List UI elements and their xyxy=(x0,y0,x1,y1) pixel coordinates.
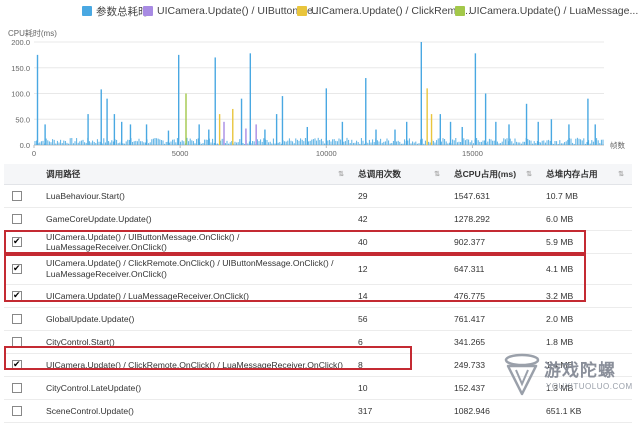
y-tick-label: 50.0 xyxy=(15,115,30,124)
legend-swatch xyxy=(297,6,307,16)
legend-swatch xyxy=(82,6,92,16)
highlight-box xyxy=(4,346,412,370)
cell-call-count: 42 xyxy=(352,207,448,231)
y-axis-label: CPU耗时(ms) xyxy=(8,28,57,38)
cell-heap-total: 10.7 MB xyxy=(540,184,632,208)
x-tick-label: 10000 xyxy=(316,149,337,158)
x-tick-label: 0 xyxy=(32,149,36,158)
table-header-row: 调用路径 ⇅ 总调用次数 ⇅ 总CPU占用(ms) ⇅ 总堆内存占用 ⇅ xyxy=(4,164,632,185)
header-label: 总调用次数 xyxy=(358,169,401,179)
legend-swatch xyxy=(143,6,153,16)
header-call-count[interactable]: 总调用次数 ⇅ xyxy=(352,164,448,185)
watermark-title: 游戏陀螺 xyxy=(544,361,616,380)
highlight-box xyxy=(4,230,586,254)
header-call-path[interactable]: 调用路径 ⇅ xyxy=(40,164,352,185)
row-checkbox-cell xyxy=(4,376,40,400)
cell-cpu-total: 1547.631 xyxy=(448,184,540,208)
row-checkbox-cell xyxy=(4,184,40,208)
cell-call-path: GlobalUpdate.Update() xyxy=(40,307,352,331)
legend-label: 参数总耗时 xyxy=(96,5,149,18)
x-tick-label: 5000 xyxy=(172,149,189,158)
cell-heap-total: 2.0 MB xyxy=(540,307,632,331)
legend-label: UICamera.Update() / LuaMessage... xyxy=(469,5,639,17)
header-label: 总堆内存占用 xyxy=(546,169,598,179)
legend-item-total[interactable]: 参数总耗时 xyxy=(82,4,149,18)
y-tick-label: 100.0 xyxy=(11,90,30,99)
row-checkbox[interactable] xyxy=(12,214,22,225)
row-checkbox-cell xyxy=(4,207,40,231)
row-checkbox[interactable] xyxy=(12,191,22,202)
row-checkbox[interactable] xyxy=(12,314,22,325)
row-checkbox[interactable] xyxy=(12,383,22,394)
y-tick-label: 0.0 xyxy=(20,141,30,150)
x-axis-label: 帧数 xyxy=(610,140,625,150)
legend-item-luamessage[interactable]: UICamera.Update() / LuaMessage... xyxy=(455,4,638,18)
watermark: 游戏陀螺 YOUXITUOLUO.COM xyxy=(502,350,634,410)
cpu-time-chart: CPU耗时(ms)200.0 150.0 100.0 50.0 0.00 5000 1000… xyxy=(8,28,625,158)
cell-call-count: 56 xyxy=(352,307,448,331)
watermark-url: YOUXITUOLUO.COM xyxy=(546,382,633,391)
header-label: 调用路径 xyxy=(46,169,81,179)
table-row[interactable]: LuaBehaviour.Start() 29 1547.631 10.7 MB xyxy=(4,184,632,208)
cell-call-path: GameCoreUpdate.Update() xyxy=(40,207,352,231)
sort-icon[interactable]: ⇅ xyxy=(338,170,344,178)
legend-item-uibuttonmessage[interactable]: UICamera.Update() / UIButtonMe... xyxy=(143,4,322,18)
sort-icon[interactable]: ⇅ xyxy=(526,170,532,178)
cell-call-count: 317 xyxy=(352,399,448,423)
cell-cpu-total: 761.417 xyxy=(448,307,540,331)
x-tick-label: 15000 xyxy=(462,149,483,158)
legend-swatch xyxy=(455,6,465,16)
cell-call-path: LuaBehaviour.Start() xyxy=(40,184,352,208)
header-check-cell xyxy=(4,164,40,185)
header-label: 总CPU占用(ms) xyxy=(454,169,517,179)
row-checkbox[interactable] xyxy=(12,406,22,417)
cell-call-path: CityControl.LateUpdate() xyxy=(40,376,352,400)
legend-item-clickremote[interactable]: UICamera.Update() / ClickRemot... xyxy=(297,4,474,18)
cell-cpu-total: 1278.292 xyxy=(448,207,540,231)
table-row[interactable]: GameCoreUpdate.Update() 42 1278.292 6.0 MB xyxy=(4,207,632,231)
cell-heap-total: 6.0 MB xyxy=(540,207,632,231)
cell-call-path: SceneControl.Update() xyxy=(40,399,352,423)
cell-call-count: 29 xyxy=(352,184,448,208)
chart-legend: 参数总耗时 UICamera.Update() / UIButtonMe... … xyxy=(0,4,640,18)
y-tick-label: 150.0 xyxy=(11,64,30,73)
table-row[interactable]: GlobalUpdate.Update() 56 761.417 2.0 MB xyxy=(4,307,632,331)
legend-label: UICamera.Update() / ClickRemot... xyxy=(311,5,474,17)
y-tick-label: 200.0 xyxy=(11,38,30,47)
header-heap-total[interactable]: 总堆内存占用 ⇅ xyxy=(540,164,632,185)
cell-call-count: 10 xyxy=(352,376,448,400)
sort-icon[interactable]: ⇅ xyxy=(618,170,624,178)
watermark-logo-icon xyxy=(504,353,540,396)
highlight-box xyxy=(4,254,586,302)
row-checkbox-cell xyxy=(4,399,40,423)
row-checkbox-cell xyxy=(4,307,40,331)
sort-icon[interactable]: ⇅ xyxy=(434,170,440,178)
header-cpu-total[interactable]: 总CPU占用(ms) ⇅ xyxy=(448,164,540,185)
